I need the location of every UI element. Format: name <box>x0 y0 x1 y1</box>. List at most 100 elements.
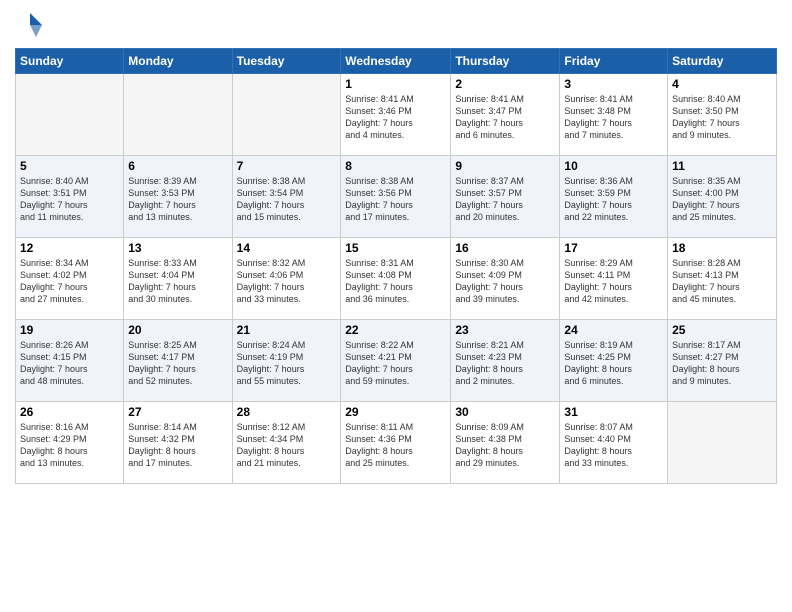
day-number: 13 <box>128 241 227 255</box>
cell-info: Sunrise: 8:26 AM Sunset: 4:15 PM Dayligh… <box>20 339 119 388</box>
day-number: 27 <box>128 405 227 419</box>
calendar-cell: 9Sunrise: 8:37 AM Sunset: 3:57 PM Daylig… <box>451 156 560 238</box>
calendar-cell: 13 Sunrise: 8:33 AM Sunset: 4:04 PM Dayli… <box>124 238 232 320</box>
calendar-cell <box>668 402 777 484</box>
day-number: 31 <box>564 405 663 419</box>
cell-info: Sunrise: 8:33 AM Sunset: 4:04 PM Dayligh… <box>128 257 227 306</box>
calendar-cell: 4 Sunrise: 8:40 AM Sunset: 3:50 PM Daylig… <box>668 74 777 156</box>
cell-info: Sunrise: 8:11 AM Sunset: 4:36 PM Dayligh… <box>345 421 446 470</box>
cell-info: Sunrise: 8:40 AM Sunset: 3:51 PM Dayligh… <box>20 175 119 224</box>
calendar-cell: 17Sunrise: 8:29 AM Sunset: 4:11 PM Dayli… <box>560 238 668 320</box>
calendar-cell: 8Sunrise: 8:38 AM Sunset: 3:56 PM Daylig… <box>341 156 451 238</box>
calendar-cell: 31 Sunrise: 8:07 AM Sunset: 4:40 PM Dayli… <box>560 402 668 484</box>
cell-info: Sunrise: 8:21 AM Sunset: 4:23 PM Dayligh… <box>455 339 555 388</box>
cell-info: Sunrise: 8:41 AM Sunset: 3:46 PM Dayligh… <box>345 93 446 142</box>
day-number: 3 <box>564 77 663 91</box>
day-number: 12 <box>20 241 119 255</box>
cell-info: Sunrise: 8:36 AM Sunset: 3:59 PM Dayligh… <box>564 175 663 224</box>
day-number: 28 <box>237 405 337 419</box>
day-header-tuesday: Tuesday <box>232 49 341 74</box>
day-header-friday: Friday <box>560 49 668 74</box>
week-row-1: 1 Sunrise: 8:41 AM Sunset: 3:46 PM Daylig… <box>16 74 777 156</box>
day-number: 21 <box>237 323 337 337</box>
day-number: 7 <box>237 159 337 173</box>
calendar-cell: 22 Sunrise: 8:22 AM Sunset: 4:21 PM Dayli… <box>341 320 451 402</box>
cell-info: Sunrise: 8:34 AM Sunset: 4:02 PM Dayligh… <box>20 257 119 306</box>
calendar-cell: 21 Sunrise: 8:24 AM Sunset: 4:19 PM Dayli… <box>232 320 341 402</box>
calendar-cell: 26Sunrise: 8:16 AM Sunset: 4:29 PM Dayli… <box>16 402 124 484</box>
day-number: 4 <box>672 77 772 91</box>
cell-info: Sunrise: 8:39 AM Sunset: 3:53 PM Dayligh… <box>128 175 227 224</box>
day-number: 15 <box>345 241 446 255</box>
calendar-cell: 15 Sunrise: 8:31 AM Sunset: 4:08 PM Dayli… <box>341 238 451 320</box>
cell-info: Sunrise: 8:35 AM Sunset: 4:00 PM Dayligh… <box>672 175 772 224</box>
cell-info: Sunrise: 8:41 AM Sunset: 3:48 PM Dayligh… <box>564 93 663 142</box>
header-row: SundayMondayTuesdayWednesdayThursdayFrid… <box>16 49 777 74</box>
calendar-cell: 3 Sunrise: 8:41 AM Sunset: 3:48 PM Daylig… <box>560 74 668 156</box>
day-number: 5 <box>20 159 119 173</box>
day-number: 19 <box>20 323 119 337</box>
cell-info: Sunrise: 8:07 AM Sunset: 4:40 PM Dayligh… <box>564 421 663 470</box>
cell-info: Sunrise: 8:25 AM Sunset: 4:17 PM Dayligh… <box>128 339 227 388</box>
day-header-wednesday: Wednesday <box>341 49 451 74</box>
calendar-cell: 12 Sunrise: 8:34 AM Sunset: 4:02 PM Dayli… <box>16 238 124 320</box>
calendar-cell: 11 Sunrise: 8:35 AM Sunset: 4:00 PM Dayli… <box>668 156 777 238</box>
calendar-cell <box>16 74 124 156</box>
cell-info: Sunrise: 8:22 AM Sunset: 4:21 PM Dayligh… <box>345 339 446 388</box>
week-row-4: 19 Sunrise: 8:26 AM Sunset: 4:15 PM Dayli… <box>16 320 777 402</box>
cell-info: Sunrise: 8:09 AM Sunset: 4:38 PM Dayligh… <box>455 421 555 470</box>
header <box>15 10 777 40</box>
day-number: 14 <box>237 241 337 255</box>
day-number: 18 <box>672 241 772 255</box>
calendar-cell: 30Sunrise: 8:09 AM Sunset: 4:38 PM Dayli… <box>451 402 560 484</box>
cell-info: Sunrise: 8:17 AM Sunset: 4:27 PM Dayligh… <box>672 339 772 388</box>
calendar-cell: 14 Sunrise: 8:32 AM Sunset: 4:06 PM Dayli… <box>232 238 341 320</box>
cell-info: Sunrise: 8:31 AM Sunset: 4:08 PM Dayligh… <box>345 257 446 306</box>
day-number: 25 <box>672 323 772 337</box>
cell-info: Sunrise: 8:41 AM Sunset: 3:47 PM Dayligh… <box>455 93 555 142</box>
calendar-cell: 25 Sunrise: 8:17 AM Sunset: 4:27 PM Dayli… <box>668 320 777 402</box>
week-row-2: 5 Sunrise: 8:40 AM Sunset: 3:51 PM Daylig… <box>16 156 777 238</box>
week-row-3: 12 Sunrise: 8:34 AM Sunset: 4:02 PM Dayli… <box>16 238 777 320</box>
calendar-cell: 24 Sunrise: 8:19 AM Sunset: 4:25 PM Dayli… <box>560 320 668 402</box>
calendar-cell: 18Sunrise: 8:28 AM Sunset: 4:13 PM Dayli… <box>668 238 777 320</box>
cell-info: Sunrise: 8:40 AM Sunset: 3:50 PM Dayligh… <box>672 93 772 142</box>
calendar-cell: 2 Sunrise: 8:41 AM Sunset: 3:47 PM Daylig… <box>451 74 560 156</box>
week-row-5: 26Sunrise: 8:16 AM Sunset: 4:29 PM Dayli… <box>16 402 777 484</box>
calendar-cell: 5 Sunrise: 8:40 AM Sunset: 3:51 PM Daylig… <box>16 156 124 238</box>
calendar-cell: 23 Sunrise: 8:21 AM Sunset: 4:23 PM Dayli… <box>451 320 560 402</box>
calendar-cell: 28 Sunrise: 8:12 AM Sunset: 4:34 PM Dayli… <box>232 402 341 484</box>
cell-info: Sunrise: 8:12 AM Sunset: 4:34 PM Dayligh… <box>237 421 337 470</box>
day-number: 16 <box>455 241 555 255</box>
day-number: 23 <box>455 323 555 337</box>
day-header-saturday: Saturday <box>668 49 777 74</box>
day-number: 20 <box>128 323 227 337</box>
cell-info: Sunrise: 8:38 AM Sunset: 3:56 PM Dayligh… <box>345 175 446 224</box>
calendar-cell: 20 Sunrise: 8:25 AM Sunset: 4:17 PM Dayli… <box>124 320 232 402</box>
calendar-cell: 19 Sunrise: 8:26 AM Sunset: 4:15 PM Dayli… <box>16 320 124 402</box>
calendar-cell: 16 Sunrise: 8:30 AM Sunset: 4:09 PM Dayli… <box>451 238 560 320</box>
calendar-cell: 1 Sunrise: 8:41 AM Sunset: 3:46 PM Daylig… <box>341 74 451 156</box>
cell-info: Sunrise: 8:29 AM Sunset: 4:11 PM Dayligh… <box>564 257 663 306</box>
cell-info: Sunrise: 8:32 AM Sunset: 4:06 PM Dayligh… <box>237 257 337 306</box>
cell-info: Sunrise: 8:30 AM Sunset: 4:09 PM Dayligh… <box>455 257 555 306</box>
cell-info: Sunrise: 8:19 AM Sunset: 4:25 PM Dayligh… <box>564 339 663 388</box>
day-number: 24 <box>564 323 663 337</box>
day-header-monday: Monday <box>124 49 232 74</box>
day-number: 10 <box>564 159 663 173</box>
cell-info: Sunrise: 8:38 AM Sunset: 3:54 PM Dayligh… <box>237 175 337 224</box>
calendar-cell: 7 Sunrise: 8:38 AM Sunset: 3:54 PM Daylig… <box>232 156 341 238</box>
day-number: 2 <box>455 77 555 91</box>
calendar: SundayMondayTuesdayWednesdayThursdayFrid… <box>15 48 777 484</box>
page: SundayMondayTuesdayWednesdayThursdayFrid… <box>0 0 792 612</box>
cell-info: Sunrise: 8:16 AM Sunset: 4:29 PM Dayligh… <box>20 421 119 470</box>
day-number: 1 <box>345 77 446 91</box>
calendar-cell: 6Sunrise: 8:39 AM Sunset: 3:53 PM Daylig… <box>124 156 232 238</box>
day-number: 22 <box>345 323 446 337</box>
day-header-sunday: Sunday <box>16 49 124 74</box>
calendar-cell: 10 Sunrise: 8:36 AM Sunset: 3:59 PM Dayli… <box>560 156 668 238</box>
cell-info: Sunrise: 8:24 AM Sunset: 4:19 PM Dayligh… <box>237 339 337 388</box>
calendar-cell: 27Sunrise: 8:14 AM Sunset: 4:32 PM Dayli… <box>124 402 232 484</box>
day-number: 11 <box>672 159 772 173</box>
cell-info: Sunrise: 8:37 AM Sunset: 3:57 PM Dayligh… <box>455 175 555 224</box>
